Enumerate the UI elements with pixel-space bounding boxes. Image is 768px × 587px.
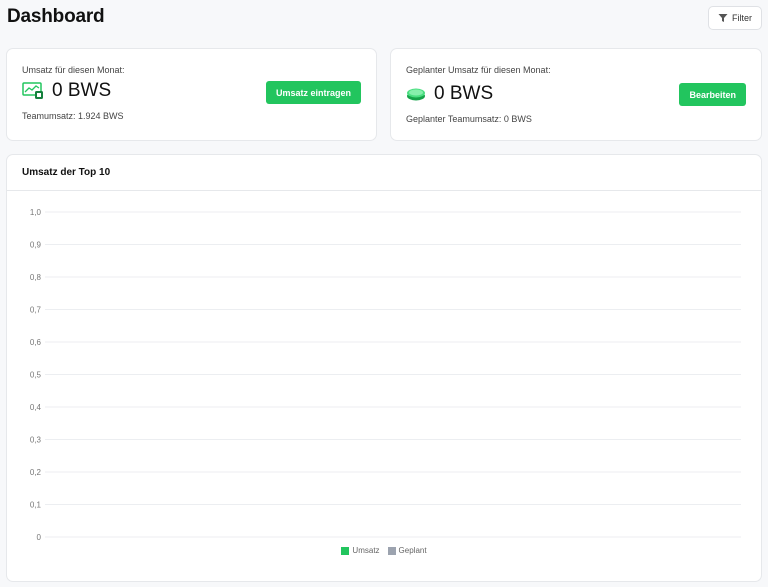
y-tick-label: 0,7 <box>30 306 42 315</box>
y-tick-label: 0,9 <box>30 241 42 250</box>
chart-legend: Umsatz Geplant <box>7 546 761 555</box>
top10-chart: 0 0,1 0,2 0,3 0,4 0,5 0,6 0,7 0,8 0,9 1,0 <box>30 208 741 541</box>
chart-monitor-icon <box>22 82 43 99</box>
y-tick-label: 0,1 <box>30 501 42 510</box>
y-tick-label: 0,6 <box>30 338 42 347</box>
planned-team-revenue: Geplanter Teamumsatz: 0 BWS <box>406 114 532 124</box>
legend-label: Umsatz <box>352 546 380 555</box>
team-revenue: Teamumsatz: 1.924 BWS <box>22 111 124 121</box>
legend-swatch <box>387 546 396 555</box>
filter-label: Filter <box>732 13 752 23</box>
chart-title: Umsatz der Top 10 <box>7 155 761 191</box>
y-tick-label: 0,5 <box>30 371 42 380</box>
legend-item[interactable]: Umsatz <box>341 546 380 555</box>
coin-stack-icon <box>407 88 425 101</box>
revenue-value: 0 BWS <box>52 80 112 101</box>
legend-item[interactable]: Geplant <box>387 546 427 555</box>
y-tick-label: 0 <box>37 533 42 541</box>
legend-label: Geplant <box>398 546 427 555</box>
y-tick-label: 1,0 <box>30 208 42 217</box>
y-tick-label: 0,2 <box>30 468 42 477</box>
revenue-label: Umsatz für diesen Monat: <box>22 65 125 75</box>
top10-chart-card: Umsatz der Top 10 0 0,1 0,2 0,3 0,4 0,5 0,6 0,7… <box>6 154 762 582</box>
page-title: Dashboard <box>7 6 105 27</box>
filter-icon <box>718 14 728 22</box>
add-revenue-button[interactable]: Umsatz eintragen <box>265 81 361 104</box>
revenue-value-row: 0 BWS <box>22 80 111 102</box>
planned-value: 0 BWS <box>434 83 494 104</box>
planned-revenue-card: Geplanter Umsatz für diesen Monat: 0 BWS… <box>390 48 762 141</box>
y-tick-label: 0,3 <box>30 436 42 445</box>
planned-revenue-label: Geplanter Umsatz für diesen Monat: <box>406 65 551 75</box>
y-tick-label: 0,4 <box>30 403 42 412</box>
legend-swatch <box>341 546 350 555</box>
revenue-card: Umsatz für diesen Monat: 0 BWS Teamumsat… <box>6 48 377 141</box>
filter-button[interactable]: Filter <box>708 6 762 30</box>
planned-value-row: 0 BWS <box>406 83 493 105</box>
y-tick-label: 0,8 <box>30 273 42 282</box>
edit-button[interactable]: Bearbeiten <box>679 83 746 106</box>
